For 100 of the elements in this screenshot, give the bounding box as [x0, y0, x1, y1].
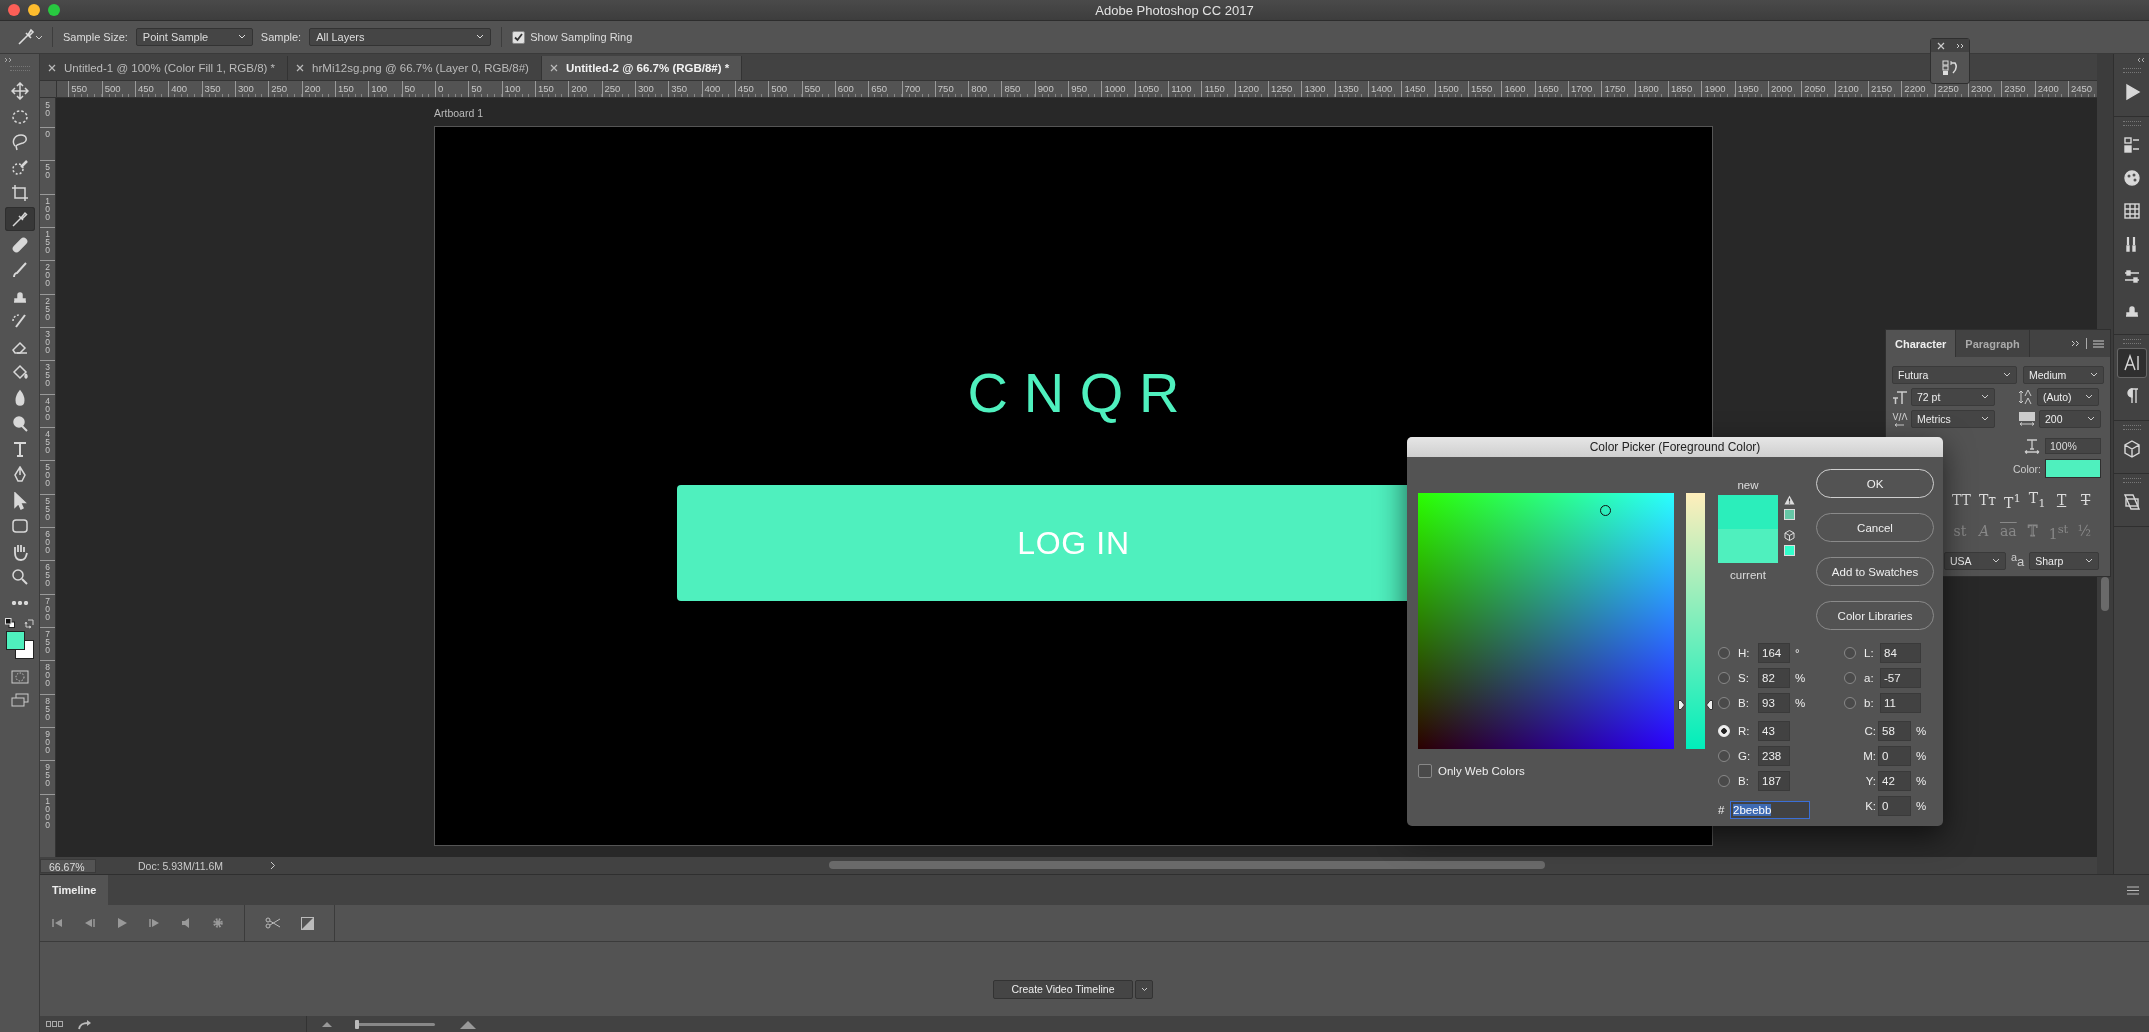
radio-button[interactable]	[1718, 696, 1730, 709]
sampling-ring-checkbox[interactable]	[512, 30, 526, 44]
transition-icon[interactable]	[301, 916, 314, 930]
web-colors-checkbox[interactable]	[1418, 764, 1432, 778]
foreground-color-swatch[interactable]	[5, 631, 25, 651]
radio-button[interactable]	[1718, 749, 1730, 762]
timeline-tab[interactable]: Timeline	[40, 875, 109, 905]
value-field[interactable]: 0	[1878, 795, 1911, 816]
default-colors-icon[interactable]	[4, 618, 15, 629]
radio-button[interactable]	[1844, 696, 1856, 709]
document-tab[interactable]: hrMi12sg.png @ 66.7% (Layer 0, RGB/8#)	[288, 56, 542, 80]
small-mountain-icon[interactable]	[321, 1021, 333, 1027]
document-tab[interactable]: Untitled-1 @ 100% (Color Fill 1, RGB/8) *	[40, 56, 289, 80]
value-field[interactable]: 187	[1758, 770, 1790, 791]
zoom-field[interactable]: 66.67%	[40, 858, 96, 873]
ruler-label: 0	[436, 84, 444, 94]
zoom-window-button[interactable]	[48, 4, 60, 16]
cube-icon[interactable]	[1784, 530, 1795, 541]
collapse-icon[interactable]	[4, 57, 12, 63]
anti-aliasing-dropdown[interactable]: Sharp	[2029, 551, 2100, 570]
close-icon[interactable]	[549, 64, 558, 72]
type-style-button[interactable]: Tᴛ	[1978, 490, 1997, 511]
value-field[interactable]: -57	[1880, 667, 1921, 688]
dialog-button[interactable]: Add to Swatches	[1816, 557, 1934, 586]
frames-icon[interactable]	[46, 1021, 64, 1027]
current-color-swatch[interactable]	[1718, 529, 1778, 563]
close-icon[interactable]	[1936, 41, 1945, 50]
color-field[interactable]	[1418, 493, 1674, 749]
web-safe-swatch[interactable]	[1784, 545, 1795, 556]
type-style-button[interactable]: T$_{1}$	[2028, 488, 2046, 513]
dialog-button[interactable]: Color Libraries	[1816, 601, 1934, 630]
create-video-timeline-button[interactable]: Create Video Timeline	[993, 979, 1133, 999]
menu-icon[interactable]	[2127, 885, 2139, 895]
screen-mode-icon[interactable]	[10, 693, 29, 708]
horizontal-scrollbar[interactable]	[829, 861, 1545, 869]
value-field[interactable]: 84	[1880, 642, 1921, 663]
value-field[interactable]: 42	[1878, 770, 1911, 791]
value-field[interactable]: 238	[1758, 745, 1790, 766]
tracking-dropdown[interactable]: 200	[2039, 410, 2101, 428]
dialog-button[interactable]: OK	[1816, 469, 1934, 498]
play-icon[interactable]	[116, 917, 128, 929]
sample-dropdown[interactable]: All Layers	[309, 28, 492, 46]
value-field[interactable]: 82	[1758, 667, 1790, 688]
zoom-slider[interactable]	[357, 1022, 435, 1026]
value-field[interactable]: 11	[1880, 692, 1921, 713]
expand-icon[interactable]	[1955, 42, 1964, 49]
warning-icon[interactable]	[1784, 495, 1795, 505]
close-window-button[interactable]	[8, 4, 20, 16]
large-mountain-icon[interactable]	[459, 1019, 477, 1029]
ruler-label: 1300	[1303, 84, 1326, 94]
previous-frame-icon[interactable]	[84, 918, 96, 928]
horizontal-scale-field[interactable]: 100%	[2045, 438, 2101, 454]
collapse-icon[interactable]	[2137, 57, 2145, 63]
value-field[interactable]: 164	[1758, 642, 1790, 663]
type-style-button[interactable]: TT	[1952, 490, 1971, 511]
radio-button[interactable]	[1718, 671, 1730, 684]
close-icon[interactable]	[48, 64, 56, 72]
swap-colors-icon[interactable]	[23, 618, 35, 630]
value-field[interactable]: 43	[1758, 720, 1790, 741]
character-panel-button[interactable]	[2116, 348, 2147, 378]
eyedropper-icon[interactable]	[16, 28, 42, 46]
scissors-icon[interactable]	[265, 917, 281, 929]
speaker-icon[interactable]	[180, 918, 192, 928]
expand-icon[interactable]	[2071, 340, 2080, 347]
type-style-button[interactable]: T	[2077, 490, 2094, 511]
radio-button[interactable]	[1718, 646, 1730, 659]
value-field[interactable]: 93	[1758, 692, 1790, 713]
type-style-button[interactable]: T$^{1}$	[2004, 488, 2021, 513]
panel-tab[interactable]: Paragraph	[1956, 330, 2030, 357]
text-color-swatch[interactable]	[2045, 459, 2101, 478]
language-dropdown[interactable]: USA	[1944, 551, 2006, 570]
first-frame-icon[interactable]	[52, 918, 64, 928]
sample-size-dropdown[interactable]: Point Sample	[135, 28, 253, 46]
gear-icon[interactable]	[212, 917, 224, 929]
radio-button[interactable]	[1844, 646, 1856, 659]
close-icon[interactable]	[296, 64, 305, 72]
next-frame-icon[interactable]	[148, 918, 160, 928]
font-size-dropdown[interactable]: 72 pt	[1911, 388, 1995, 406]
chevron-right-icon[interactable]	[270, 861, 276, 870]
type-style-button[interactable]: T	[2053, 490, 2070, 511]
radio-button[interactable]	[1844, 671, 1856, 684]
value-field[interactable]: 0	[1878, 745, 1911, 766]
curved-arrow-icon[interactable]	[78, 1018, 92, 1030]
font-family-dropdown[interactable]: Futura	[1892, 366, 2017, 384]
font-style-dropdown[interactable]: Medium	[2023, 366, 2104, 384]
gamut-swatch[interactable]	[1784, 509, 1795, 520]
vertical-scrollbar[interactable]	[2101, 577, 2109, 611]
history-icon[interactable]	[1942, 60, 1958, 76]
panel-tab[interactable]: Character	[1886, 330, 1957, 357]
menu-icon[interactable]	[2093, 339, 2104, 348]
dialog-button[interactable]: Cancel	[1816, 513, 1934, 542]
minimize-window-button[interactable]	[28, 4, 40, 16]
kerning-dropdown[interactable]: Metrics	[1911, 410, 1995, 428]
eyedropper-tool[interactable]	[4, 206, 35, 231]
value-field[interactable]: 58	[1878, 720, 1911, 741]
radio-button[interactable]	[1718, 774, 1730, 787]
hex-field[interactable]: 2beebb	[1730, 800, 1810, 819]
leading-dropdown[interactable]: (Auto)	[2037, 388, 2099, 406]
document-tab[interactable]: Untitled-2 @ 66.7% (RGB/8#) *	[541, 56, 743, 80]
slider-thumb[interactable]	[355, 1019, 359, 1029]
